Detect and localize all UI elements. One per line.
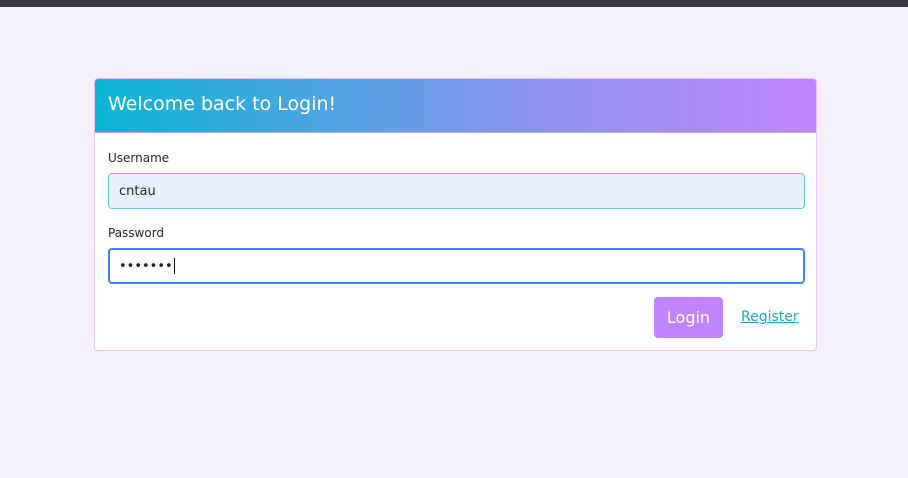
login-button[interactable]: Login (654, 297, 723, 338)
register-link[interactable]: Register (741, 309, 799, 325)
password-input[interactable]: ••••••• (108, 248, 805, 284)
login-card: Welcome back to Login! Username cntau Pa… (94, 78, 817, 351)
username-label: Username (108, 151, 170, 165)
username-input[interactable]: cntau (108, 173, 805, 209)
text-caret (173, 258, 175, 274)
browser-top-bar (0, 0, 908, 7)
password-value: ••••••• (119, 258, 173, 274)
card-header: Welcome back to Login! (95, 79, 816, 133)
card-title: Welcome back to Login! (108, 93, 337, 115)
password-label: Password (108, 226, 165, 240)
username-value: cntau (119, 183, 156, 199)
